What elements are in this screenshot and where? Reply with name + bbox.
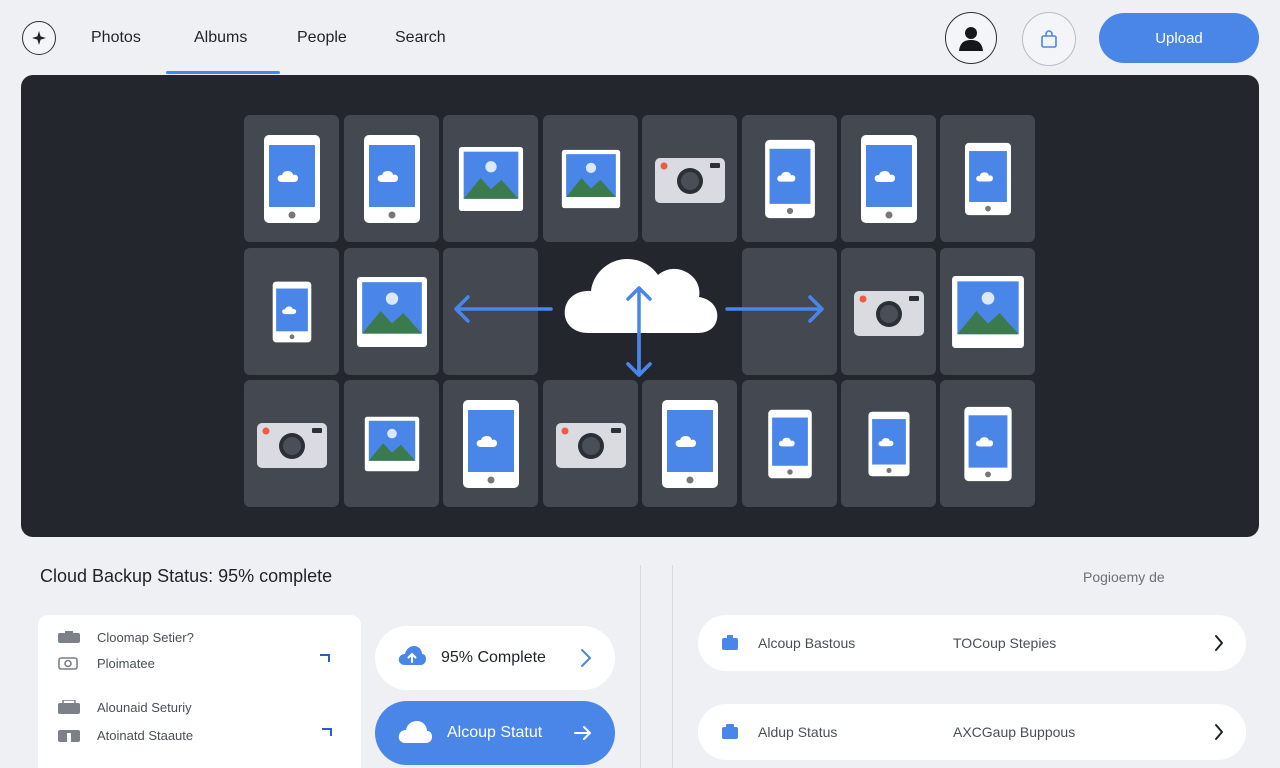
chevron-right-icon [1215, 635, 1223, 651]
sparkle-icon [32, 31, 46, 45]
status-row-value: AXCGaup Buppous [953, 724, 1076, 740]
status-row-value: TOCoup Stepies [953, 635, 1057, 651]
status-row[interactable]: Alcoup Bastous TOCoup Stepies [698, 615, 1246, 671]
list-item-label: Alounaid Seturiy [97, 699, 192, 715]
cloud-upload-icon [398, 646, 426, 665]
list-item[interactable]: Ploimatee [58, 653, 155, 673]
right-panel-label: Pogioemy de [1083, 569, 1165, 585]
top-navigation: Photos Albums People Search Upload [0, 0, 1280, 74]
briefcase-icon [722, 635, 738, 650]
arrow-right-icon [574, 726, 591, 740]
backup-hero-illustration [21, 75, 1259, 537]
corner-marker-icon [320, 654, 330, 662]
list-item-label: Cloomap Setier? [97, 629, 194, 645]
camera-icon [58, 656, 80, 670]
archive-icon [58, 728, 80, 742]
backup-progress-pill[interactable]: 95% Complete [375, 626, 615, 690]
status-row-label: Aldup Status [758, 724, 838, 740]
chevron-right-icon [1215, 724, 1223, 740]
list-item[interactable]: Cloomap Setier? [58, 627, 194, 647]
action-label: Alcoup Statut [447, 724, 543, 741]
nav-search[interactable]: Search [395, 28, 446, 50]
status-row[interactable]: Aldup Status AXCGaup Buppous [698, 704, 1246, 760]
list-item[interactable]: Alounaid Seturiy [58, 697, 192, 717]
right-arrow-icon [725, 295, 824, 323]
divider [672, 565, 673, 768]
nav-photos[interactable]: Photos [91, 28, 141, 50]
user-icon [959, 27, 983, 51]
cloud-icon [398, 721, 432, 743]
left-arrow-icon [454, 295, 553, 323]
sparkle-logo-button[interactable] [22, 21, 56, 55]
shopping-bag-icon [1041, 30, 1057, 48]
nav-people[interactable]: People [297, 28, 347, 50]
account-avatar-button[interactable] [945, 12, 997, 64]
progress-label: 95% Complete [441, 649, 546, 666]
corner-marker-icon [322, 728, 332, 736]
active-tab-indicator [166, 71, 280, 74]
backup-list-card: Cloomap Setier? Ploimatee Alounaid Setur… [38, 615, 361, 768]
backup-status-action-button[interactable]: Alcoup Statut [375, 701, 615, 765]
nav-albums[interactable]: Albums [194, 28, 247, 50]
list-item-label: Atoinatd Staaute [97, 727, 194, 743]
cloud-sync-arrow-icon [626, 286, 652, 377]
upload-button[interactable]: Upload [1099, 13, 1259, 63]
divider [640, 565, 641, 768]
status-row-label: Alcoup Bastous [758, 635, 856, 651]
chevron-right-icon [581, 649, 591, 667]
list-item[interactable]: Atoinatd Staaute [58, 725, 193, 745]
backup-status-title: Cloud Backup Status: 95% complete [40, 566, 333, 586]
list-item-label: Ploimatee [97, 655, 155, 671]
briefcase-icon [58, 630, 80, 644]
folder-icon [722, 724, 738, 739]
shop-bag-button[interactable] [1022, 12, 1076, 66]
folder-icon [58, 700, 80, 714]
